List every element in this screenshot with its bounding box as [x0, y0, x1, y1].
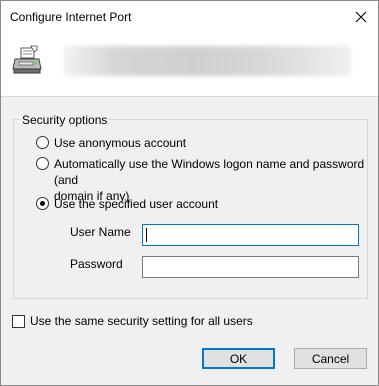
apply-to-all-users-checkbox[interactable] [12, 314, 25, 328]
header-band [1, 32, 378, 96]
user-name-input[interactable] [142, 224, 359, 246]
radio-anonymous-label: Use anonymous account [54, 136, 187, 150]
redacted-port-name [63, 46, 351, 76]
password-input[interactable] [142, 256, 359, 278]
cancel-button[interactable]: Cancel [294, 348, 367, 369]
printer-icon [12, 45, 42, 74]
apply-to-all-users-checkbox-row[interactable]: Use the same security setting for all us… [12, 314, 253, 328]
text-cursor [146, 228, 147, 242]
close-icon [355, 11, 367, 23]
header-divider [1, 96, 378, 97]
apply-to-all-users-label: Use the same security setting for all us… [30, 314, 253, 328]
close-button[interactable] [350, 6, 372, 28]
security-options-label: Security options [20, 113, 110, 127]
window-title: Configure Internet Port [10, 10, 132, 24]
configure-internet-port-dialog: Configure Internet Port Security options… [0, 0, 379, 386]
radio-windows-logon-label-line1: Automatically use the Windows logon name… [54, 157, 365, 187]
title-bar[interactable]: Configure Internet Port [1, 1, 378, 32]
radio-windows-logon-indicator[interactable] [36, 157, 49, 170]
radio-specified-user-indicator[interactable] [36, 197, 49, 210]
password-label: Password [70, 257, 123, 271]
user-name-label: User Name [70, 225, 131, 239]
radio-specified-user-account[interactable]: Use the specified user account [36, 196, 218, 212]
radio-anonymous-account[interactable]: Use anonymous account [36, 135, 186, 151]
ok-button[interactable]: OK [202, 348, 275, 369]
radio-anonymous-indicator[interactable] [36, 136, 49, 149]
radio-specified-user-label: Use the specified user account [54, 197, 219, 211]
